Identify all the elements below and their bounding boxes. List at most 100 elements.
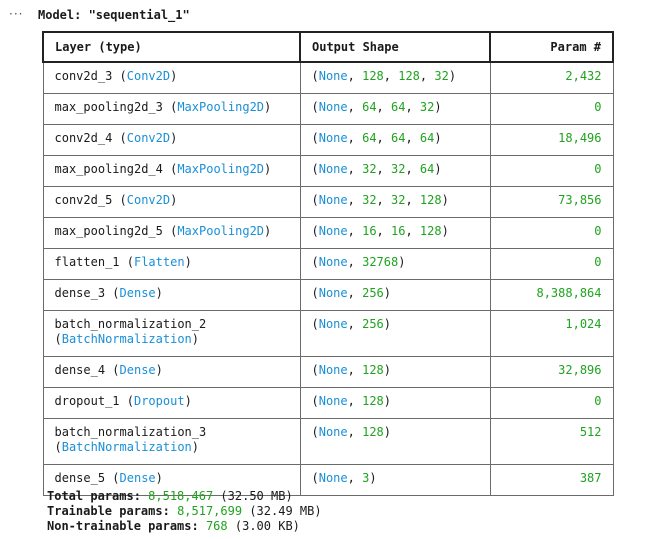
layer-name: flatten_1: [54, 255, 120, 269]
layer-name: batch_normalization_2: [54, 317, 207, 331]
layer-name: dense_5: [54, 471, 106, 485]
layer-name: conv2d_4: [54, 131, 113, 145]
table-row: max_pooling2d_3 (MaxPooling2D) (None, 64,…: [42, 93, 614, 125]
table-row: batch_normalization_2 (BatchNormalization…: [42, 310, 614, 357]
layer-type: Conv2D: [126, 193, 171, 207]
param-count-cell: 2,432: [489, 61, 614, 94]
total-params-size: (32.50 MB): [220, 489, 293, 503]
shape-dim: 128: [362, 394, 384, 408]
table-row: batch_normalization_3 (BatchNormalization…: [42, 418, 614, 465]
shape-dim: 128: [419, 193, 442, 207]
layer-cell: max_pooling2d_5 (MaxPooling2D): [42, 217, 301, 249]
layer-cell: conv2d_5 (Conv2D): [42, 186, 301, 218]
layer-cell: dense_3 (Dense): [42, 279, 301, 311]
layer-cell: dropout_1 (Dropout): [42, 387, 301, 419]
shape-dim: 64: [362, 131, 377, 145]
param-count-cell: 8,388,864: [489, 279, 614, 311]
output-shape-cell: (None, 32768): [299, 248, 491, 280]
shape-dim: 256: [362, 286, 384, 300]
shape-dim: 64: [391, 100, 406, 114]
param-count-cell: 0: [489, 93, 614, 125]
layer-cell: max_pooling2d_3 (MaxPooling2D): [42, 93, 301, 125]
shape-dim: 32: [419, 100, 435, 114]
total-params-count: 8,518,467: [148, 489, 214, 503]
output-shape-cell: (None, 256): [299, 279, 491, 311]
non-trainable-params-size: (3.00 KB): [234, 519, 300, 533]
shape-batch-dim: None: [318, 471, 348, 485]
layer-name: dropout_1: [54, 394, 120, 408]
layer-cell: conv2d_3 (Conv2D): [42, 61, 301, 94]
param-count-cell: 0: [489, 248, 614, 280]
param-count: 1,024: [565, 317, 602, 331]
shape-dim: 64: [391, 131, 406, 145]
table-row: conv2d_4 (Conv2D) (None, 64, 64, 64) 18,49…: [42, 124, 614, 156]
param-count: 73,856: [558, 193, 602, 207]
param-count: 0: [594, 224, 602, 238]
output-shape-cell: (None, 16, 16, 128): [299, 217, 491, 249]
param-count-cell: 1,024: [489, 310, 614, 357]
layer-type: MaxPooling2D: [177, 162, 265, 176]
table-header-row: Layer (type) Output Shape Param #: [42, 31, 614, 63]
shape-batch-dim: None: [318, 317, 348, 331]
param-count: 512: [579, 425, 602, 439]
total-params: Total params: 8,518,467 (32.50 MB): [47, 489, 293, 503]
shape-dim: 32: [362, 162, 377, 176]
param-count: 0: [594, 394, 602, 408]
param-count-cell: 73,856: [489, 186, 614, 218]
shape-batch-dim: None: [318, 69, 348, 83]
shape-dim: 128: [362, 363, 384, 377]
layer-cell: conv2d_4 (Conv2D): [42, 124, 301, 156]
table-row: max_pooling2d_5 (MaxPooling2D) (None, 16,…: [42, 217, 614, 249]
layer-cell: dense_4 (Dense): [42, 356, 301, 388]
output-shape-cell: (None, 64, 64, 32): [299, 93, 491, 125]
output-shape-cell: (None, 3): [299, 464, 491, 496]
param-count-cell: 387: [489, 464, 614, 496]
table-row: dense_3 (Dense) (None, 256) 8,388,864: [42, 279, 614, 311]
trainable-params-size: (32.49 MB): [249, 504, 322, 518]
output-shape-cell: (None, 128): [299, 418, 491, 465]
layer-type: Conv2D: [126, 131, 171, 145]
layer-type: Dense: [119, 363, 156, 377]
output-shape-cell: (None, 32, 32, 64): [299, 155, 491, 187]
trainable-params-count: 8,517,699: [177, 504, 243, 518]
layer-name: conv2d_5: [54, 193, 113, 207]
layer-cell: batch_normalization_3 (BatchNormalization…: [42, 418, 301, 465]
shape-dim: 128: [398, 69, 420, 83]
layer-name: dense_4: [54, 363, 106, 377]
output-menu-icon[interactable]: ···: [9, 7, 23, 21]
shape-batch-dim: None: [318, 363, 348, 377]
param-count: 8,388,864: [536, 286, 602, 300]
param-count-cell: 0: [489, 155, 614, 187]
shape-batch-dim: None: [318, 131, 348, 145]
shape-dim: 32: [362, 193, 377, 207]
shape-dim: 64: [419, 131, 435, 145]
shape-batch-dim: None: [318, 255, 348, 269]
shape-batch-dim: None: [318, 425, 348, 439]
layer-name: dense_3: [54, 286, 106, 300]
layer-cell: batch_normalization_2 (BatchNormalization…: [42, 310, 301, 357]
param-count: 0: [594, 255, 602, 269]
non-trainable-params-count: 768: [205, 519, 228, 533]
non-trainable-params: Non-trainable params: 768 (3.00 KB): [47, 519, 300, 533]
shape-batch-dim: None: [318, 224, 348, 238]
param-count: 2,432: [565, 69, 602, 83]
shape-dim: 32: [391, 193, 406, 207]
layer-type: Dropout: [133, 394, 185, 408]
layer-cell: max_pooling2d_4 (MaxPooling2D): [42, 155, 301, 187]
layer-name: max_pooling2d_3: [54, 100, 163, 114]
table-row: dropout_1 (Dropout) (None, 128) 0: [42, 387, 614, 419]
shape-dim: 16: [391, 224, 406, 238]
shape-batch-dim: None: [318, 394, 348, 408]
shape-dim: 3: [362, 471, 370, 485]
output-shape-cell: (None, 256): [299, 310, 491, 357]
table-row: dense_4 (Dense) (None, 128) 32,896: [42, 356, 614, 388]
output-shape-cell: (None, 64, 64, 64): [299, 124, 491, 156]
layer-type: Dense: [119, 471, 156, 485]
param-count-cell: 0: [489, 217, 614, 249]
layer-type: BatchNormalization: [61, 332, 192, 346]
table-row: flatten_1 (Flatten) (None, 32768) 0: [42, 248, 614, 280]
trainable-params: Trainable params: 8,517,699 (32.49 MB): [47, 504, 322, 518]
param-count-cell: 32,896: [489, 356, 614, 388]
model-summary-table: Layer (type) Output Shape Param # conv2d…: [42, 31, 614, 496]
param-count-cell: 0: [489, 387, 614, 419]
